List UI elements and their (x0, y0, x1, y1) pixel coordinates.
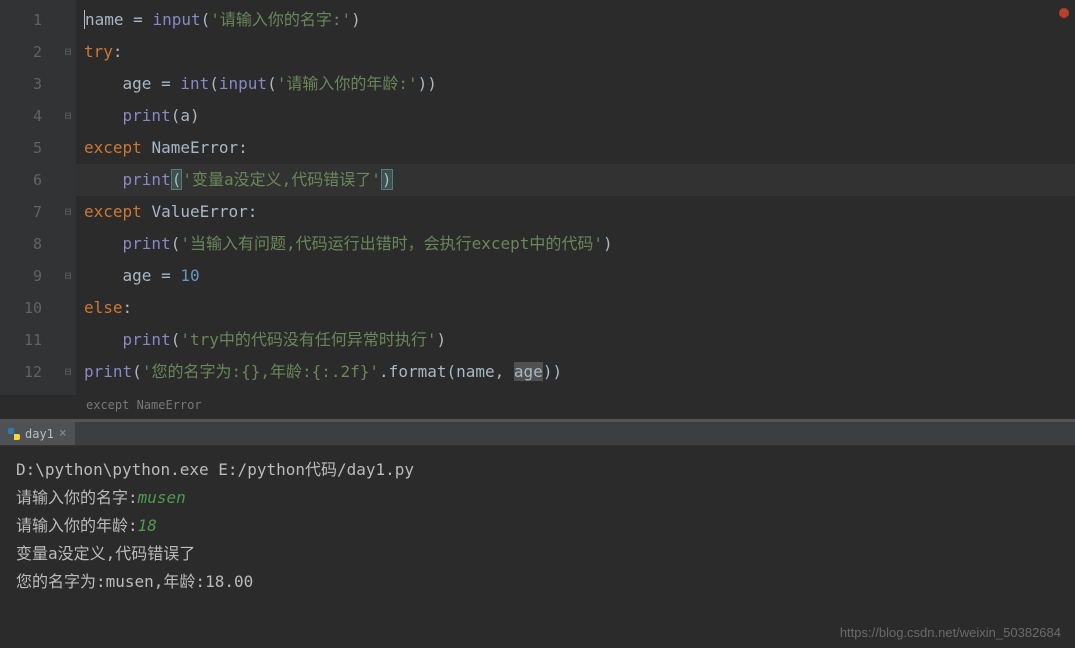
tab-day1[interactable]: day1 × (0, 422, 75, 445)
code-line[interactable]: except ValueError: (76, 196, 1075, 228)
fold-gutter: ⊟ ⊟ ⊟ ⊟ ⊟ (60, 0, 76, 395)
error-indicator-icon[interactable] (1059, 8, 1069, 18)
console-output-line: 变量a没定义,代码错误了 (16, 540, 1059, 568)
code-line[interactable]: age = int(input('请输入你的年龄:')) (76, 68, 1075, 100)
console-command: D:\python\python.exe E:/python代码/day1.py (16, 456, 1059, 484)
code-line[interactable]: except NameError: (76, 132, 1075, 164)
console-prompt: 请输入你的名字:musen (16, 484, 1059, 512)
console-output-line: 您的名字为:musen,年龄:18.00 (16, 568, 1059, 596)
console-tab-bar: day1 × (0, 422, 1075, 446)
breadcrumb[interactable]: except NameError (0, 395, 1075, 419)
console-prompt: 请输入你的年龄:18 (16, 512, 1059, 540)
close-icon[interactable]: × (59, 426, 67, 441)
code-editor[interactable]: 1 2 3 4 5 6 7 8 9 10 11 12 ⊟ ⊟ ⊟ ⊟ ⊟ nam… (0, 0, 1075, 395)
watermark-text: https://blog.csdn.net/weixin_50382684 (840, 625, 1061, 640)
code-area[interactable]: name = input('请输入你的名字:') try: age = int(… (76, 0, 1075, 395)
code-line[interactable]: print(a) (76, 100, 1075, 132)
code-line-current[interactable]: print('变量a没定义,代码错误了') (76, 164, 1075, 196)
console-output[interactable]: D:\python\python.exe E:/python代码/day1.py… (0, 446, 1075, 648)
code-line[interactable]: print('当输入有问题,代码运行出错时，会执行except中的代码') (76, 228, 1075, 260)
code-line[interactable]: name = input('请输入你的名字:') (76, 4, 1075, 36)
code-line[interactable]: else: (76, 292, 1075, 324)
code-line[interactable]: print('try中的代码没有任何异常时执行') (76, 324, 1075, 356)
code-line[interactable]: age = 10 (76, 260, 1075, 292)
code-line[interactable]: print('您的名字为:{},年龄:{:.2f}'.format(name, … (76, 356, 1075, 388)
line-number-gutter: 1 2 3 4 5 6 7 8 9 10 11 12 (0, 0, 60, 395)
tab-label: day1 (25, 427, 54, 441)
python-icon (8, 428, 20, 440)
code-line[interactable]: try: (76, 36, 1075, 68)
